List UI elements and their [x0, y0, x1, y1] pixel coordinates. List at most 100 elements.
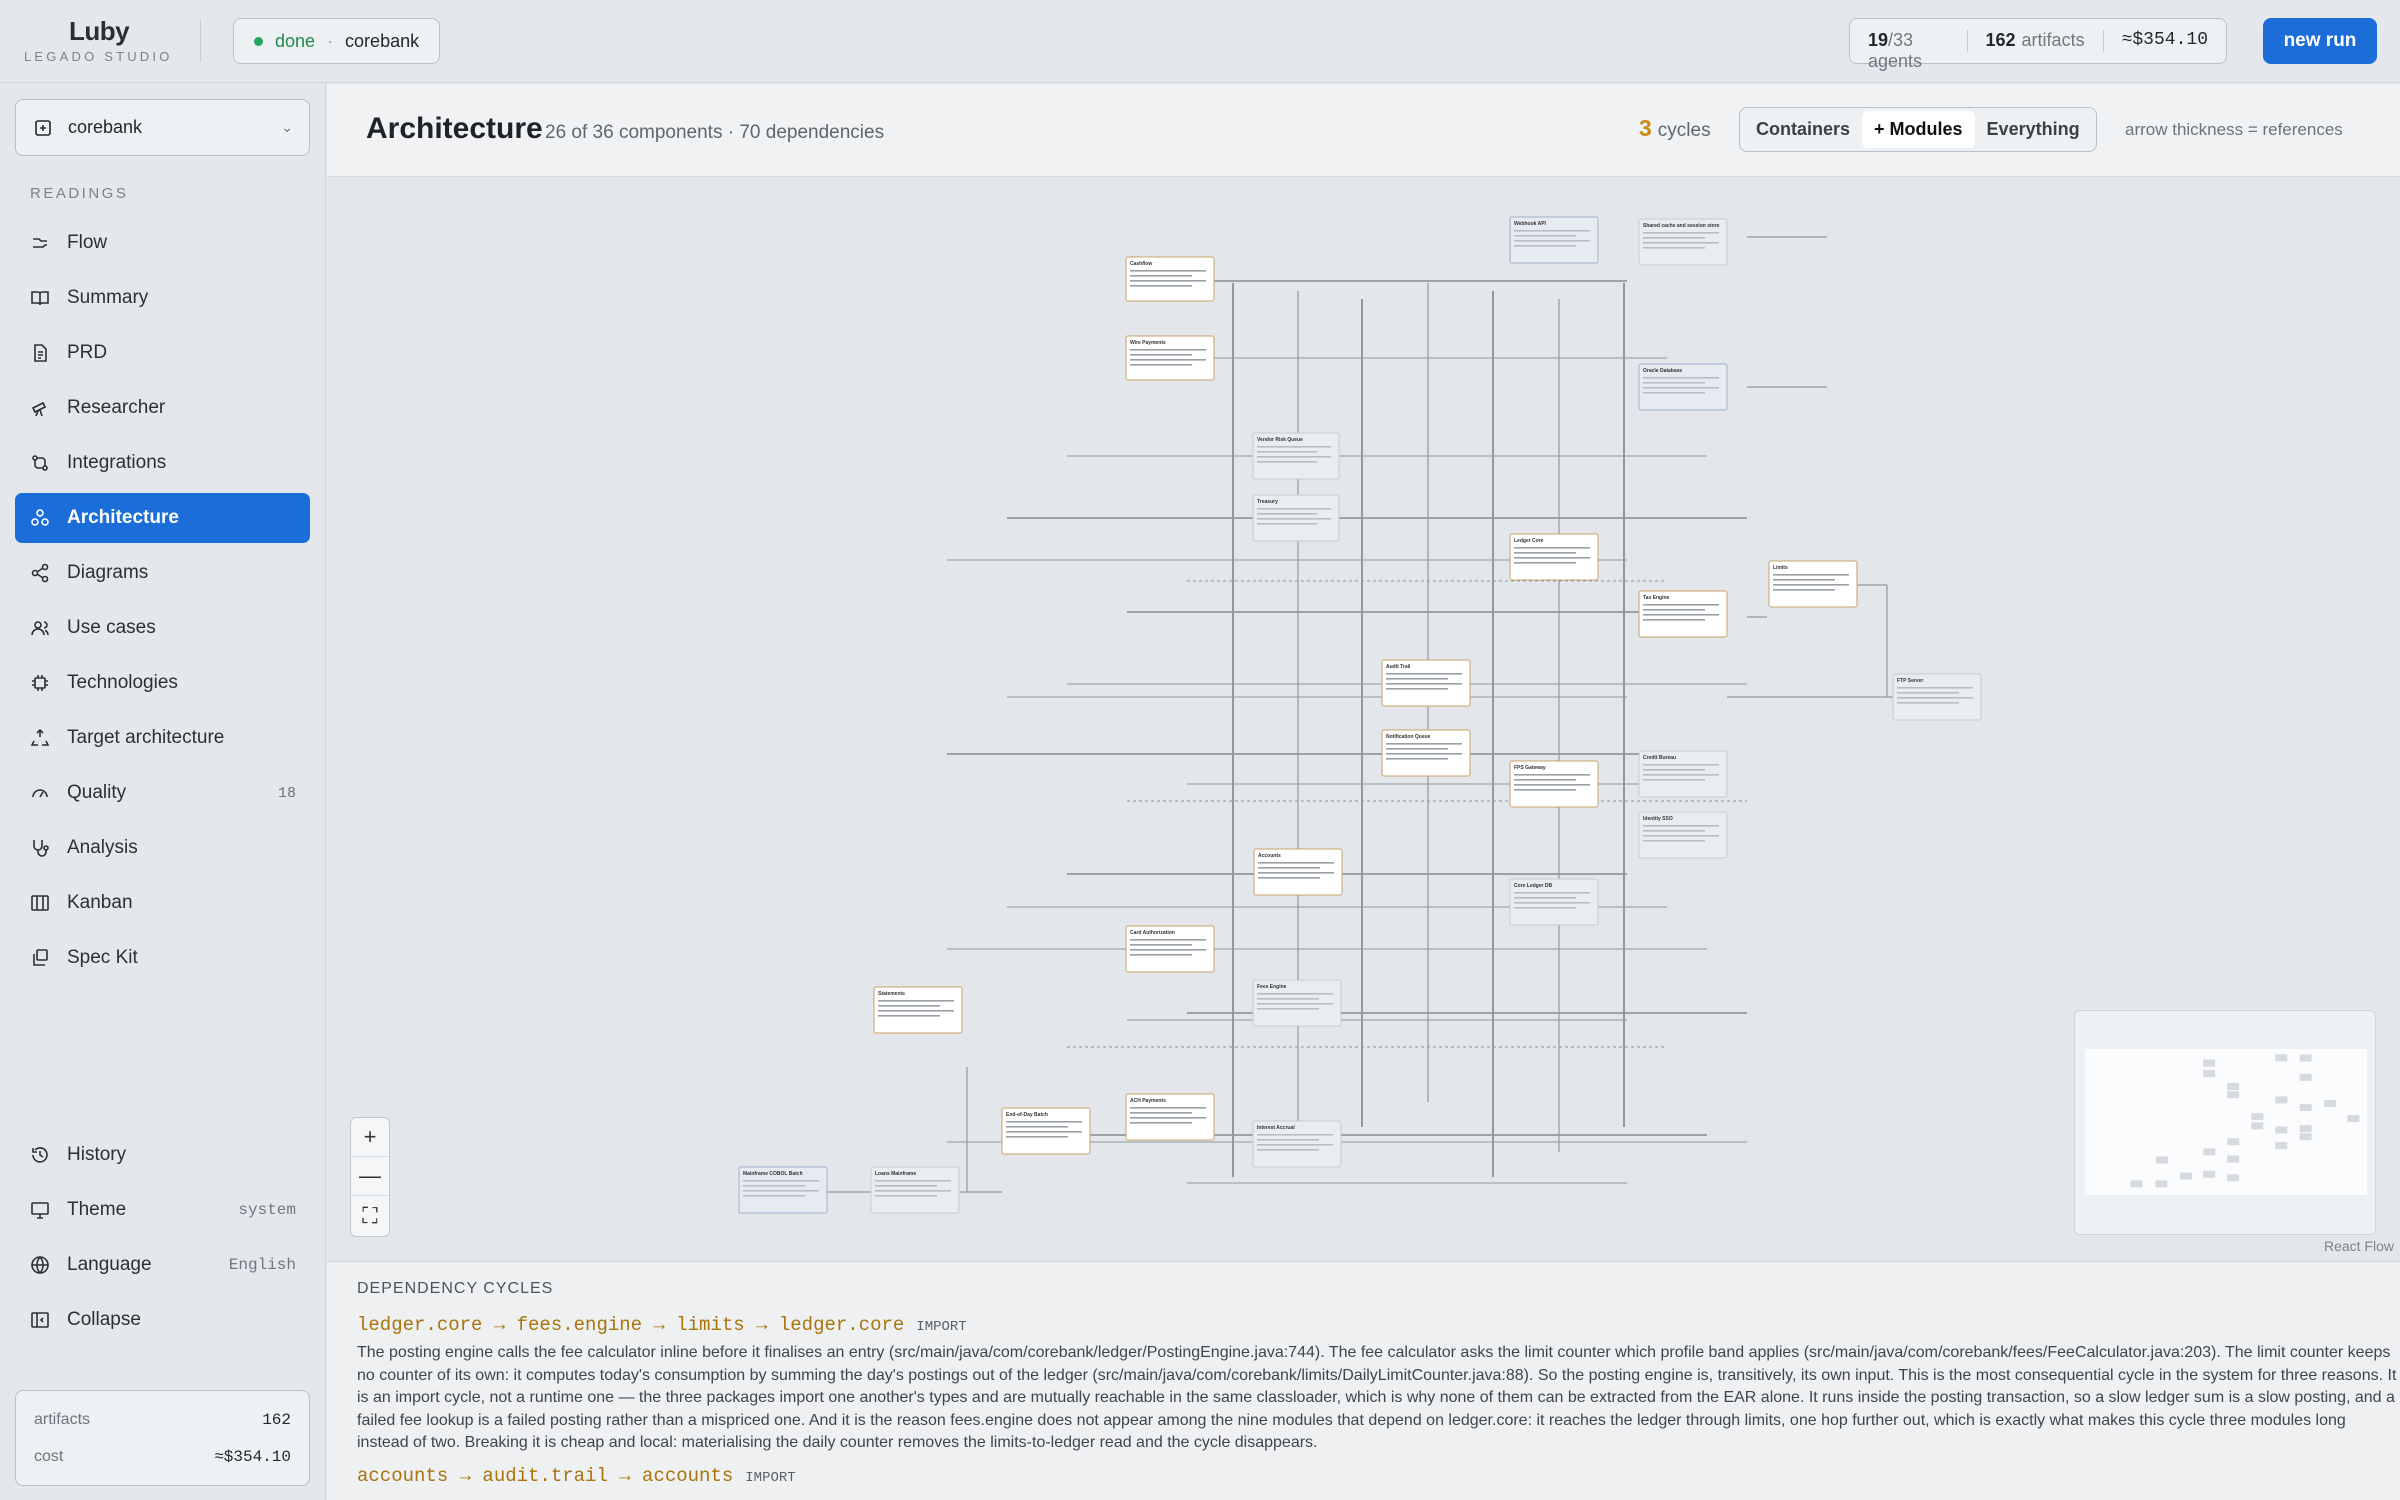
sidebar-item-language[interactable]: Language English — [15, 1240, 310, 1290]
component-node-label: ACH Payments — [1130, 1098, 1166, 1104]
minimap[interactable] — [2074, 1010, 2376, 1235]
sidebar-item-spec-kit[interactable]: Spec Kit — [15, 933, 310, 983]
component-node-detail — [1897, 687, 1973, 689]
component-node-label: Wire Payments — [1130, 340, 1166, 346]
minimap-node — [2299, 1073, 2312, 1081]
logo-studio: LEGADO STUDIO — [24, 49, 173, 64]
component-node-detail — [1643, 830, 1705, 832]
component-node[interactable]: Interest Accrual — [1252, 1120, 1342, 1168]
component-node[interactable]: Treasury — [1252, 494, 1340, 542]
minimap-node — [2203, 1170, 2216, 1178]
recycle-icon — [29, 727, 51, 749]
component-node-detail — [1386, 683, 1462, 685]
sidebar-item-summary[interactable]: Summary — [15, 273, 310, 323]
component-node[interactable]: Notification Queue — [1381, 729, 1471, 777]
sidebar-nav: Flow Summary PRD Researcher Integrations… — [15, 218, 310, 988]
section-label-readings: READINGS — [30, 185, 129, 202]
theme-value: system — [238, 1201, 296, 1219]
component-node[interactable]: FTP Server — [1892, 673, 1982, 721]
component-node[interactable]: Shared cache and session store — [1638, 218, 1728, 266]
component-node[interactable]: Accounts — [1253, 848, 1343, 896]
component-node[interactable]: Loans Mainframe — [870, 1166, 960, 1214]
component-node-detail — [1257, 456, 1331, 458]
sidebar-item-technologies[interactable]: Technologies — [15, 658, 310, 708]
run-stats: 19/33 agents 162 artifacts ≈$354.10 — [1849, 18, 2227, 71]
component-node[interactable]: Core Ledger DB — [1509, 878, 1599, 926]
sidebar-item-architecture[interactable]: Architecture — [15, 493, 310, 543]
component-node[interactable]: Ledger Core — [1509, 533, 1599, 581]
component-node-detail — [1130, 939, 1206, 941]
component-node-detail — [1773, 589, 1835, 591]
minimap-node — [2275, 1096, 2288, 1104]
component-node[interactable]: FPS Gateway — [1509, 760, 1599, 808]
component-node[interactable]: Tax Engine — [1638, 590, 1728, 638]
sidebar-item-flow[interactable]: Flow — [15, 218, 310, 268]
sidebar-item-analysis[interactable]: Analysis — [15, 823, 310, 873]
component-node[interactable]: Identity SSO — [1638, 811, 1728, 859]
sidebar-item-integrations[interactable]: Integrations — [15, 438, 310, 488]
component-node-detail — [1130, 954, 1192, 956]
view-option-containers[interactable]: Containers — [1744, 111, 1862, 148]
sidebar-item-researcher[interactable]: Researcher — [15, 383, 310, 433]
component-node[interactable]: End-of-Day Batch — [1001, 1107, 1091, 1155]
cycle-item[interactable]: accounts → audit.trail → accounts IMPORT — [357, 1465, 2370, 1487]
component-node-detail — [1897, 692, 1959, 694]
sidebar-item-target-architecture[interactable]: Target architecture — [15, 713, 310, 763]
component-node[interactable]: Credit Bureau — [1638, 750, 1728, 798]
sidebar-item-collapse[interactable]: Collapse — [15, 1295, 310, 1345]
component-node[interactable]: Limits — [1768, 560, 1858, 608]
dependency-cycles-panel: DEPENDENCY CYCLES ledger.core → fees.eng… — [327, 1261, 2400, 1500]
cycle-item[interactable]: ledger.core → fees.engine → limits → led… — [357, 1314, 2370, 1336]
component-node[interactable]: Vendor Risk Queue — [1252, 432, 1340, 480]
component-node-detail — [1130, 1117, 1206, 1119]
component-node-detail — [1643, 835, 1719, 837]
fit-view-button[interactable]: ⛶ — [351, 1196, 389, 1235]
architecture-graph-canvas[interactable]: Cashflow Wire Payments Vendor Risk Queue Tr… — [327, 177, 2400, 1260]
project-selector[interactable]: corebank ⌄ — [15, 99, 310, 156]
minimap-node — [2299, 1133, 2312, 1141]
sidebar-item-diagrams[interactable]: Diagrams — [15, 548, 310, 598]
artifacts-row: artifacts 162 — [34, 1401, 291, 1438]
run-status-pill[interactable]: done · corebank — [233, 18, 441, 64]
component-node-detail — [1514, 779, 1576, 781]
sidebar-item-label: PRD — [67, 342, 108, 363]
component-node-detail — [1514, 897, 1576, 899]
sidebar-item-quality[interactable]: Quality 18 — [15, 768, 310, 818]
component-node[interactable]: Wire Payments — [1125, 335, 1215, 381]
component-node[interactable]: Cashflow — [1125, 256, 1215, 302]
component-node[interactable]: Audit Trail — [1381, 659, 1471, 707]
view-option-modules[interactable]: + Modules — [1862, 111, 1975, 148]
view-option-everything[interactable]: Everything — [1975, 111, 2092, 148]
component-node-detail — [1386, 743, 1462, 745]
component-node[interactable]: Card Authorization — [1125, 925, 1215, 973]
component-node[interactable]: Statements — [873, 986, 963, 1034]
zoom-in-button[interactable]: + — [351, 1118, 389, 1157]
component-node[interactable]: ACH Payments — [1125, 1093, 1215, 1141]
react-flow-attribution[interactable]: React Flow — [2324, 1238, 2394, 1254]
component-node-detail — [1514, 557, 1590, 559]
sidebar-item-history[interactable]: History — [15, 1130, 310, 1180]
component-node-detail — [1514, 230, 1590, 232]
component-node-detail — [1130, 280, 1206, 282]
cycles-indicator[interactable]: 3 cycles — [1639, 115, 1711, 142]
sidebar-item-prd[interactable]: PRD — [15, 328, 310, 378]
logo[interactable]: Luby LEGADO STUDIO — [24, 16, 174, 64]
component-node[interactable]: Webhook API — [1509, 216, 1599, 264]
component-node-detail — [1386, 673, 1462, 675]
new-run-button[interactable]: new run — [2263, 18, 2377, 64]
sidebar-item-kanban[interactable]: Kanban — [15, 878, 310, 928]
component-node[interactable]: Mainframe COBOL Batch — [738, 1166, 828, 1214]
minimap-nodes — [2130, 1054, 2360, 1188]
component-node[interactable]: Oracle Database — [1638, 363, 1728, 411]
minimap-node — [2251, 1113, 2264, 1121]
component-node[interactable]: Fees Engine — [1252, 979, 1342, 1027]
minimap-node — [2155, 1180, 2168, 1188]
stethoscope-icon — [29, 837, 51, 859]
zoom-out-button[interactable]: — — [351, 1157, 389, 1196]
sidebar-item-use-cases[interactable]: Use cases — [15, 603, 310, 653]
component-node-detail — [1643, 237, 1705, 239]
sidebar-item-theme[interactable]: Theme system — [15, 1185, 310, 1235]
component-node-detail — [1386, 748, 1448, 750]
component-node-detail — [1514, 562, 1576, 564]
component-node-label: Tax Engine — [1643, 595, 1670, 601]
